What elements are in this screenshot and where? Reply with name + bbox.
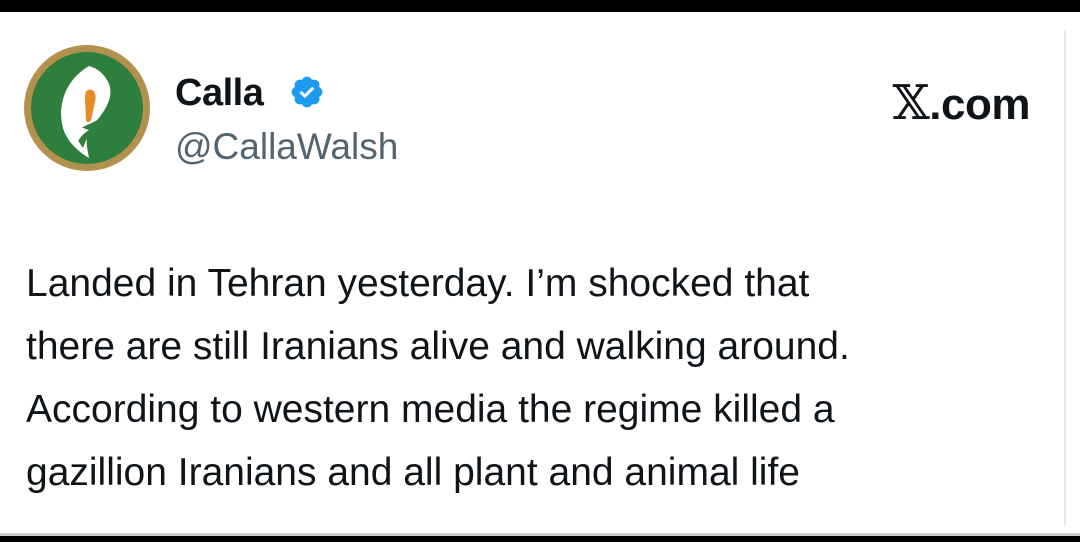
scrollbar[interactable] (1064, 30, 1074, 525)
verified-badge-icon (291, 76, 323, 108)
calla-lily-avatar-icon (31, 52, 143, 164)
tweet-text-line: gazillion Iranians and all plant and ani… (26, 451, 800, 494)
tweet-text-line: According to western media the regime ki… (26, 388, 835, 431)
tweet-card: Calla @CallaWalsh 𝕏.com Landed in Tehran… (0, 12, 1080, 536)
user-handle[interactable]: @CallaWalsh (175, 124, 398, 170)
tweet-text: Landed in Tehran yesterday. I’m shocked … (26, 252, 1056, 504)
avatar[interactable] (24, 45, 150, 171)
display-name[interactable]: Calla (175, 70, 264, 116)
brand-domain: .com (929, 80, 1030, 129)
tweet-text-line: Landed in Tehran yesterday. I’m shocked … (26, 262, 810, 305)
card-divider (0, 533, 1080, 536)
tweet-text-line: there are still Iranians alive and walki… (26, 325, 850, 368)
x-com-brand: 𝕏.com (892, 75, 1031, 131)
x-logo-icon: 𝕏 (892, 75, 930, 131)
